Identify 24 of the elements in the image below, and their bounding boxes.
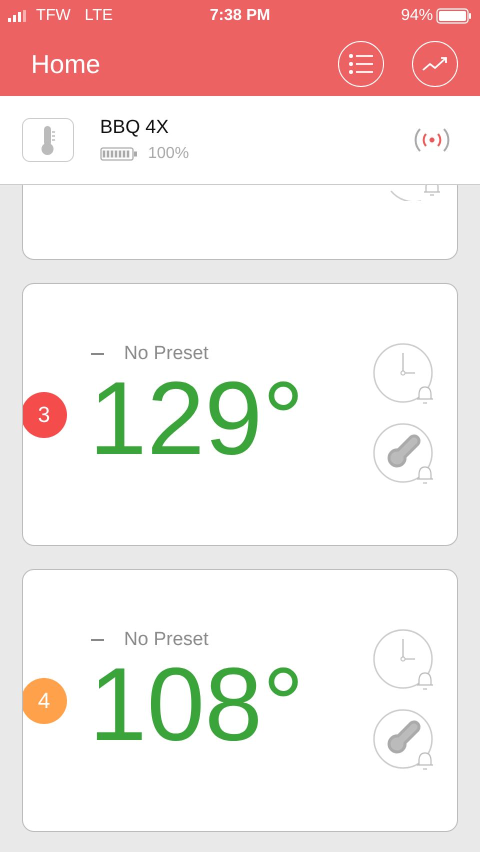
network-type: LTE [84,7,113,25]
probe-number-badge: 3 [23,392,67,438]
temperature-reading: 129° [89,364,306,474]
carrier-name: TFW [36,7,71,25]
dash-icon [91,638,104,641]
list-button[interactable] [338,41,384,87]
signal-icon [8,10,28,22]
status-time: 7:38 PM [210,7,270,25]
battery-icon [100,147,138,161]
page-title: Home [31,48,100,80]
thermometer-button[interactable] [22,118,74,162]
chart-button[interactable] [412,41,458,87]
preset-label[interactable]: No Preset [124,628,208,651]
preset-label[interactable]: No Preset [124,342,208,365]
temperature-reading: 108° [89,650,306,760]
dash-icon [91,352,104,355]
battery-percent: 100% [148,145,189,163]
battery-icon [436,8,472,24]
battery-percent: 94% [400,7,433,25]
device-name: BBQ 4X [100,117,170,139]
probe-number-badge: 4 [23,678,67,724]
probe-card[interactable]: 3 No Preset 129° [22,283,458,546]
probe-card[interactable]: 4 No Preset 108° [22,569,458,832]
probe-card[interactable] [22,185,458,260]
